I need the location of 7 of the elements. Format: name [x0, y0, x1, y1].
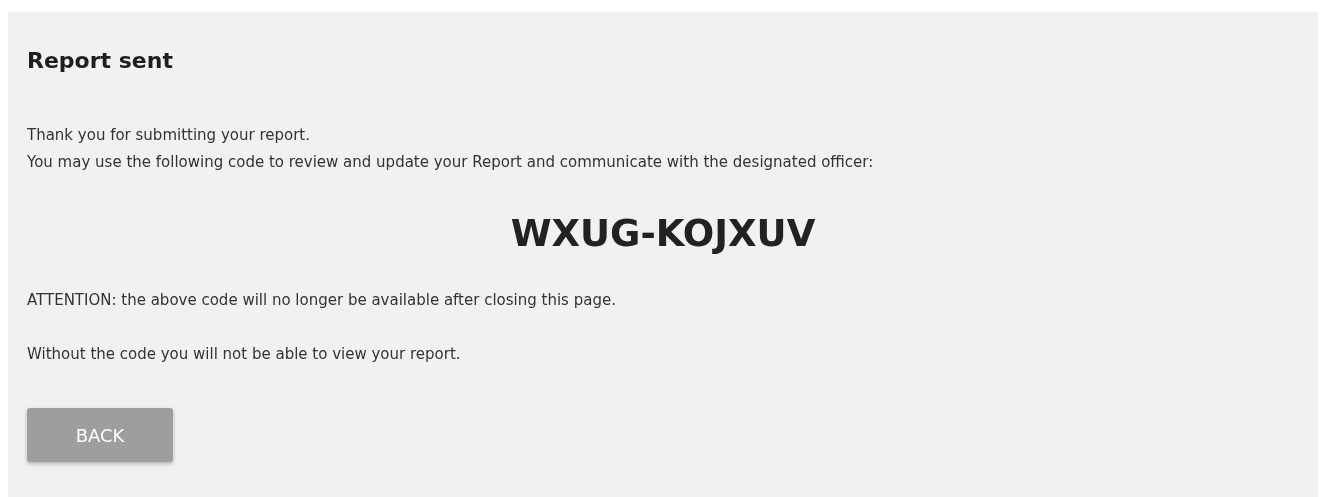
report-code: WXUG-KOJXUV — [510, 211, 816, 257]
message-text: You may use the following code to review and update your Report and communicate with the designated officer: — [27, 152, 874, 173]
notice-text: Without the code you will not be able to view your report. — [27, 344, 461, 365]
message-text: Thank you for submitting your report. — [27, 125, 311, 146]
notice-text: ATTENTION: the above code will no longer be available after closing this page. — [27, 290, 616, 311]
back-button[interactable]: BACK — [27, 408, 173, 462]
page-title: Report sent — [27, 47, 173, 75]
